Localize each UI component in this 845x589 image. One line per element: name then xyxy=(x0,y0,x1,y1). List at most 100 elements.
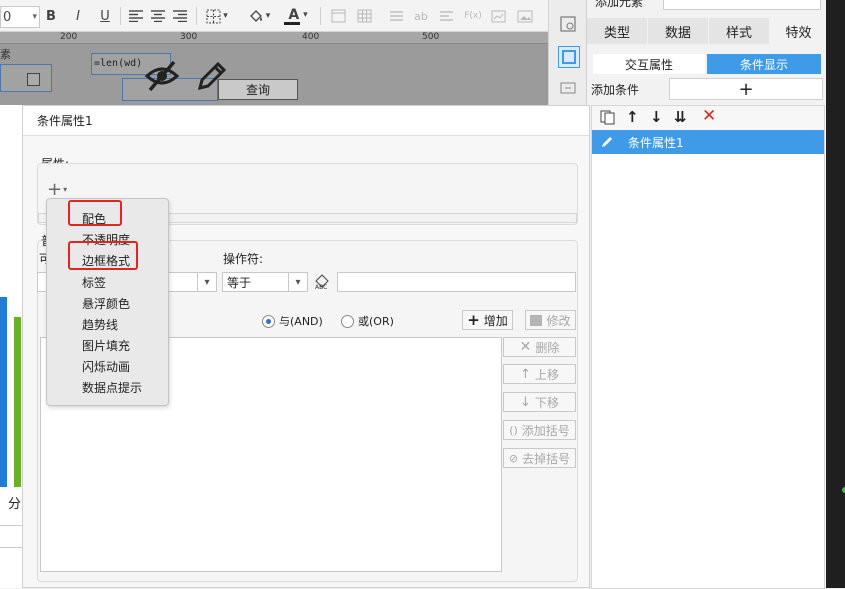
remove-bracket-button[interactable]: ⊘ 去掉括号 xyxy=(503,448,576,468)
format-toolbar: 0 ▾ B I U ▾ ▾ A ▾ ab F(x) xyxy=(0,0,548,32)
properties-panel: 添加元素 类型 数据 样式 特效 交互属性 条件显示 添加条件 + ↑ ↓ ⇊ … xyxy=(586,0,828,589)
tab-style[interactable]: 样式 xyxy=(709,18,770,44)
toolbar-divider xyxy=(196,7,197,25)
or-radio[interactable]: 或(OR) xyxy=(341,313,394,329)
side-icon-column xyxy=(548,0,586,105)
layer-icon[interactable] xyxy=(560,82,576,97)
chevron-down-icon: ▾ xyxy=(32,12,37,22)
close-icon: ✕ xyxy=(519,339,532,355)
edit-pencil-icon xyxy=(598,135,616,149)
arrow-down-icon[interactable]: ↓ xyxy=(650,108,663,126)
formula-button[interactable]: F(x) xyxy=(462,6,484,26)
canvas-left-label: 素 xyxy=(0,48,11,61)
fill-bucket-icon[interactable]: ▾ xyxy=(243,6,275,26)
widget-settings-icon[interactable] xyxy=(560,16,576,35)
underline-button[interactable]: U xyxy=(96,6,114,26)
chevron-down-icon: ▾ xyxy=(265,11,271,21)
radio-unselected-icon xyxy=(341,314,354,328)
checkbox-icon xyxy=(27,73,40,86)
background-report: 分 xyxy=(0,105,22,588)
hidden-eye-icon xyxy=(144,60,180,95)
arrow-up-icon[interactable]: ↑ xyxy=(626,108,639,126)
bold-button[interactable]: B xyxy=(42,6,60,26)
chevron-down-icon: ▾ xyxy=(63,184,68,194)
menu-item-data-point-tip[interactable]: 数据点提示 xyxy=(82,379,142,396)
add-condition-button[interactable]: + xyxy=(669,78,823,100)
add-element-label: 添加元素 xyxy=(595,0,644,9)
menu-item-flash-animation[interactable]: 闪烁动画 xyxy=(82,358,130,375)
highlight-box-border-format xyxy=(68,241,138,270)
image-icon[interactable] xyxy=(514,6,536,26)
chart-icon[interactable] xyxy=(488,6,508,26)
font-color-button[interactable]: A ▾ xyxy=(282,6,314,26)
move-down-button[interactable]: ↓ 下移 xyxy=(503,392,576,412)
highlight-box-color-scheme xyxy=(68,200,122,226)
align-right-icon[interactable] xyxy=(171,6,189,26)
text-style-button[interactable]: ab xyxy=(410,6,432,26)
canvas-checkbox-widget[interactable] xyxy=(0,64,52,92)
modify-icon xyxy=(530,314,543,326)
add-element-field[interactable] xyxy=(663,0,821,10)
arrow-down-icon: ↓ xyxy=(520,394,531,410)
radio-selected-icon xyxy=(262,314,275,328)
dialog-title: 条件属性1 xyxy=(23,106,589,136)
border-icon[interactable]: ▾ xyxy=(202,6,232,26)
tab-effects[interactable]: 特效 xyxy=(770,18,828,44)
add-condition-label: 添加条件 xyxy=(591,83,640,97)
tab-interaction-attributes[interactable]: 交互属性 xyxy=(593,54,705,74)
component-icon[interactable] xyxy=(558,46,580,68)
italic-button[interactable]: I xyxy=(69,6,87,26)
arrow-up-icon: ↑ xyxy=(520,366,531,382)
toolbar-divider xyxy=(120,7,121,25)
chart-axis-label: 分 xyxy=(8,497,22,512)
font-color-swatch xyxy=(284,21,300,25)
value-type-icon[interactable]: ABC xyxy=(313,272,333,292)
add-condition-item-button[interactable]: + 增加 xyxy=(462,310,513,330)
grid-icon[interactable] xyxy=(354,6,374,26)
line-spacing-icon[interactable] xyxy=(386,6,406,26)
copy-icon[interactable] xyxy=(600,110,615,128)
tab-conditional-display[interactable]: 条件显示 xyxy=(707,54,821,74)
align-center-icon[interactable] xyxy=(149,6,167,26)
and-radio[interactable]: 与(AND) xyxy=(262,313,323,329)
condition-list: 条件属性1 xyxy=(591,130,825,589)
add-property-button[interactable]: + ▾ xyxy=(47,178,75,200)
menu-item-image-fill[interactable]: 图片填充 xyxy=(82,337,130,354)
tab-type[interactable]: 类型 xyxy=(587,18,648,44)
delete-button[interactable]: ✕ 删除 xyxy=(503,337,576,357)
property-type-menu: 配色 不透明度 边框格式 标签 悬浮颜色 趋势线 图片填充 闪烁动画 数据点提示 xyxy=(46,198,169,406)
menu-item-hover-color[interactable]: 悬浮颜色 xyxy=(82,295,130,312)
chevron-down-icon: ▾ xyxy=(288,273,307,291)
chart-bar-green xyxy=(14,317,21,487)
tab-data[interactable]: 数据 xyxy=(648,18,709,44)
desktop-edge xyxy=(826,0,845,588)
toolbar-divider xyxy=(320,7,321,25)
remove-bracket-icon: ⊘ xyxy=(508,451,519,465)
condition-list-toolbar: ↑ ↓ ⇊ ✕ xyxy=(591,105,825,131)
query-button[interactable]: 查询 xyxy=(218,79,298,100)
svg-text:ABC: ABC xyxy=(315,284,327,290)
merge-cells-icon[interactable] xyxy=(328,6,348,26)
chart-bar-blue xyxy=(0,297,7,487)
add-bracket-button[interactable]: () 添加括号 xyxy=(503,420,576,440)
move-bottom-icon[interactable]: ⇊ xyxy=(674,108,687,126)
value-input[interactable] xyxy=(337,272,576,292)
move-up-button[interactable]: ↑ 上移 xyxy=(503,364,576,384)
bracket-icon: () xyxy=(509,423,518,437)
plus-icon: + xyxy=(47,178,63,200)
menu-item-label[interactable]: 标签 xyxy=(82,274,106,291)
operator-select[interactable]: 等于 ▾ xyxy=(222,272,308,292)
delete-x-icon[interactable]: ✕ xyxy=(702,106,716,126)
align-left-icon[interactable] xyxy=(127,6,145,26)
chevron-down-icon: ▾ xyxy=(303,9,308,20)
font-size-select[interactable]: 0 ▾ xyxy=(0,6,40,28)
plus-icon: + xyxy=(467,311,480,329)
horizontal-ruler: 200 300 400 500 xyxy=(0,32,548,44)
modify-button[interactable]: 修改 xyxy=(525,310,576,330)
condition-list-item[interactable]: 条件属性1 xyxy=(592,130,824,154)
chevron-down-icon: ▾ xyxy=(197,273,216,291)
chevron-down-icon: ▾ xyxy=(223,11,228,21)
paragraph-icon[interactable] xyxy=(436,6,456,26)
menu-item-trend-line[interactable]: 趋势线 xyxy=(82,316,118,333)
operator-label: 操作符: xyxy=(223,252,264,266)
